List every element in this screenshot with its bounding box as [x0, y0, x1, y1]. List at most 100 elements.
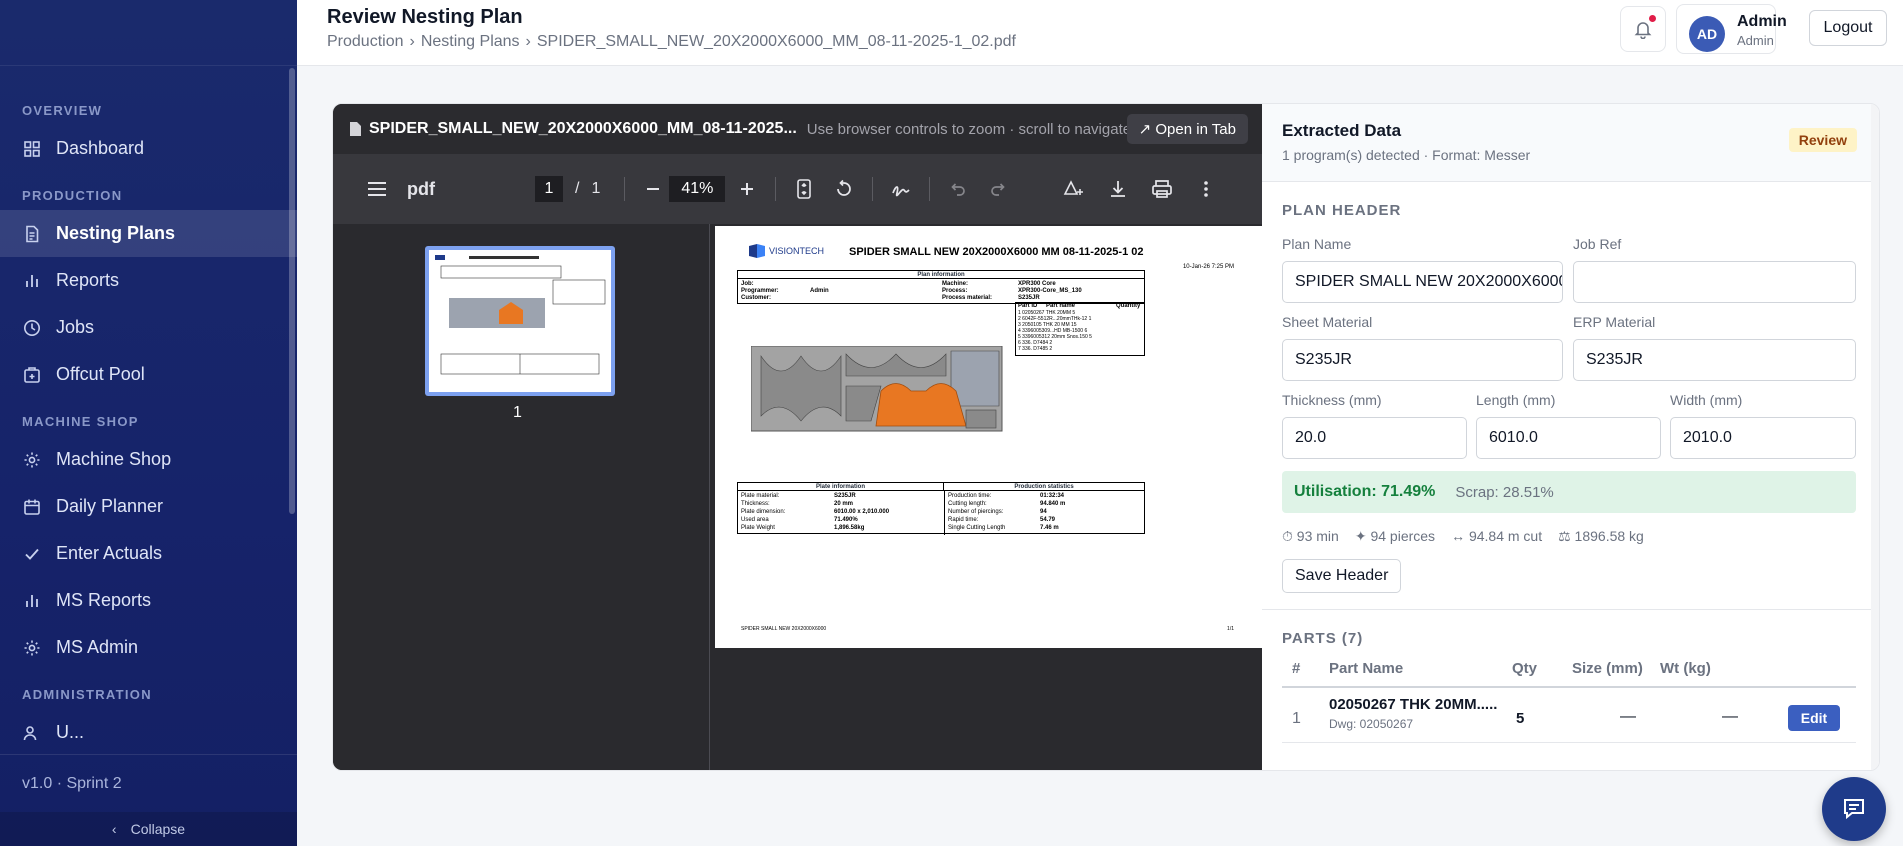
erp-material-field[interactable]: S235JR [1573, 339, 1856, 381]
plate-info-value: 71.490% [834, 517, 858, 523]
parts-col-id: Part ID [1018, 303, 1038, 309]
kebab-menu-icon [1204, 181, 1209, 197]
thumbnail-number: 1 [513, 404, 522, 421]
sidebar: OVERVIEW Dashboard PRODUCTION Nesting Pl… [0, 0, 297, 846]
draw-add-icon [1064, 180, 1084, 195]
notifications-button[interactable] [1620, 6, 1666, 52]
download-button[interactable] [1102, 173, 1134, 205]
sidebar-item-jobs[interactable]: Jobs [0, 304, 297, 351]
visiontech-logo: VISIONTECH [749, 244, 824, 258]
page-number-input[interactable]: 1 [534, 176, 563, 202]
time-stat: ⏱ 93 min [1282, 528, 1339, 544]
width-field[interactable]: 2010.0 [1670, 417, 1856, 459]
sidebar-item-dashboard[interactable]: Dashboard [0, 125, 297, 172]
prod-stats-value: 01:32:34 [1040, 493, 1065, 499]
sidebar-item-nesting-plans[interactable]: Nesting Plans [0, 210, 297, 257]
sidebar-item-daily-planner[interactable]: Daily Planner [0, 483, 297, 530]
col-qty: Qty [1512, 660, 1538, 677]
extracted-data-title: Extracted Data [1282, 121, 1402, 140]
more-options-button[interactable] [1190, 173, 1222, 205]
zoom-out-button[interactable] [637, 173, 669, 205]
zoom-in-button[interactable] [731, 173, 763, 205]
thickness-field[interactable]: 20.0 [1282, 417, 1467, 459]
redo-button[interactable] [982, 173, 1014, 205]
add-drawing-button[interactable] [1058, 173, 1090, 205]
parts-col-name: Part name [1046, 303, 1076, 309]
sidebar-item-label: MS Reports [56, 590, 152, 610]
pierces-stat: ✦ 94 pierces [1354, 528, 1436, 544]
plan-header-label: PLAN HEADER [1282, 202, 1402, 219]
panel-scrollbar[interactable] [1871, 104, 1879, 770]
collapse-button[interactable]: ‹ Collapse [0, 812, 297, 846]
save-header-button[interactable]: Save Header [1282, 559, 1402, 593]
status-badge: Review [1788, 128, 1857, 152]
sidebar-item-machine-shop[interactable]: Machine Shop [0, 436, 297, 483]
erp-material-label: ERP Material [1573, 314, 1656, 330]
plate-info-label: Plate Weight [741, 525, 775, 531]
plate-info-label: Thickness: [741, 501, 770, 507]
prod-stats-header: Production statistics [944, 483, 1144, 491]
sidebar-item-label: MS Admin [56, 637, 139, 657]
page-thumbnail[interactable] [425, 246, 615, 396]
zoom-level[interactable]: 41% [669, 176, 726, 202]
open-in-tab-button[interactable]: ↗ Open in Tab [1126, 114, 1248, 144]
review-card: SPIDER_SMALL_NEW_20X2000X6000_MM_08-11-2… [332, 103, 1880, 771]
sidebar-item-offcut-pool[interactable]: Offcut Pool [0, 351, 297, 398]
pdf-hint: Use browser controls to zoom · scroll to… [806, 120, 1132, 138]
breadcrumb-production[interactable]: Production [327, 33, 404, 50]
fit-page-button[interactable] [788, 173, 820, 205]
utilisation-value: Utilisation: 71.49% [1294, 483, 1436, 500]
thumbnail-graphic [435, 255, 606, 375]
undo-button[interactable] [942, 173, 974, 205]
job-ref-field[interactable] [1573, 261, 1856, 303]
col-size: Size (mm) [1572, 660, 1643, 677]
sidebar-item-enter-actuals[interactable]: Enter Actuals [0, 530, 297, 577]
brand-name: VISIONTECH [769, 246, 825, 256]
prod-stats-value: 94.840 m [1040, 501, 1066, 507]
sidebar-item-reports[interactable]: Reports [0, 257, 297, 304]
sidebar-item-label: Dashboard [56, 138, 145, 158]
plan-info-label: Machine: [942, 281, 969, 287]
pdf-page-view[interactable]: VISIONTECH SPIDER SMALL NEW 20X2000X6000… [711, 224, 1262, 770]
minus-icon [647, 188, 660, 190]
chat-button[interactable] [1822, 777, 1886, 841]
plan-info-value: S235JR [1018, 295, 1040, 301]
sidebar-item-label: Machine Shop [56, 449, 172, 469]
edit-part-button[interactable]: Edit [1788, 705, 1840, 731]
pdf-header: SPIDER_SMALL_NEW_20X2000X6000_MM_08-11-2… [333, 104, 1262, 154]
hamburger-icon [368, 182, 386, 196]
grid-icon [22, 139, 42, 159]
weight-stat: ⚖ 1896.58 kg [1558, 528, 1644, 544]
col-weight: Wt (kg) [1660, 660, 1711, 677]
plan-name-field[interactable]: SPIDER SMALL NEW 20X2000X6000 [1282, 261, 1563, 303]
logo-mark-icon [749, 244, 765, 258]
annotate-button[interactable] [885, 173, 917, 205]
thickness-label: Thickness (mm) [1282, 392, 1382, 408]
cog-icon [22, 638, 42, 658]
sidebar-item-ms-admin[interactable]: MS Admin [0, 624, 297, 671]
sidebar-item-ms-reports[interactable]: MS Reports [0, 577, 297, 624]
user-menu[interactable]: AD Admin Admin [1676, 4, 1787, 54]
file-icon [350, 122, 361, 136]
plan-info-value: XPR300 Core [1018, 281, 1056, 287]
logout-button[interactable]: Logout [1809, 10, 1887, 46]
plate-info-label: Plate dimension: [741, 509, 786, 515]
download-icon [1111, 181, 1126, 197]
sidebar-toggle-button[interactable] [361, 173, 393, 205]
fit-page-icon [797, 179, 812, 199]
sheet-material-field[interactable]: S235JR [1282, 339, 1563, 381]
rotate-button[interactable] [828, 173, 860, 205]
notification-dot [1649, 15, 1656, 22]
breadcrumb-nesting-plans[interactable]: Nesting Plans [421, 33, 520, 50]
plan-info-label: Job: [741, 281, 754, 287]
length-field[interactable]: 6010.0 [1476, 417, 1661, 459]
printer-icon [1152, 180, 1173, 198]
plan-info-label: Programmer: [741, 288, 779, 294]
sidebar-item-users[interactable]: U... [0, 709, 297, 754]
bar-chart-icon [22, 271, 42, 291]
user-role: Admin [1737, 33, 1774, 48]
pdf-footer: SPIDER SMALL NEW 20X2000X6000 [741, 626, 827, 632]
print-button[interactable] [1146, 173, 1178, 205]
cut-length-stat: ↔ 94.84 m cut [1451, 528, 1543, 544]
collapse-label: Collapse [130, 821, 186, 837]
